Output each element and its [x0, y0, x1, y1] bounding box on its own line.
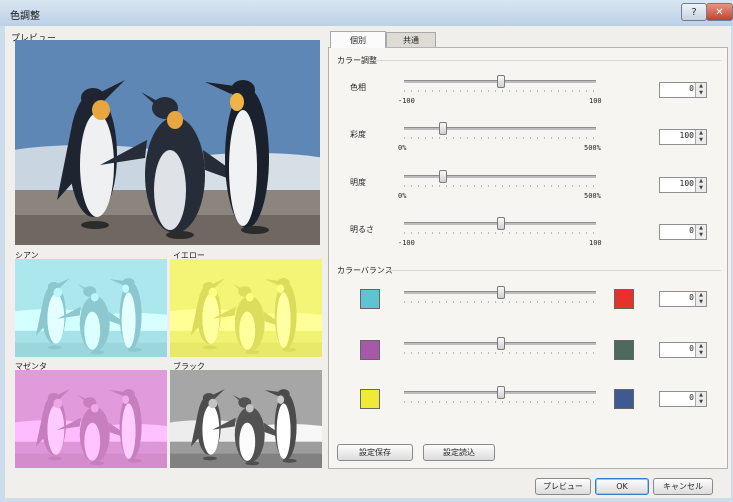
adjust-max-0: 100	[589, 97, 602, 105]
title-bar[interactable]: 色調整 ? ✕	[0, 0, 733, 26]
balance-slider-thumb-2[interactable]	[497, 386, 505, 399]
adjust-3-spin-buttons[interactable]: ▲ ▼	[695, 225, 706, 239]
balance-slider-ticks-1	[404, 352, 596, 354]
adjust-max-3: 100	[589, 239, 602, 247]
balance-2-value: 0	[689, 393, 694, 402]
balance-left-swatch-2	[360, 389, 380, 409]
adjust-label-0: 色相	[350, 83, 366, 92]
cancel-button-label: キャンセル	[663, 482, 703, 491]
black-preview-image	[170, 370, 322, 468]
cyan-preview-image	[15, 259, 167, 357]
preview-image	[15, 40, 320, 245]
adjust-3-spinbox[interactable]: 0 ▲ ▼	[659, 224, 707, 240]
color-balance-title: カラーバランス	[337, 266, 393, 275]
adjust-3-value: 0	[689, 226, 694, 235]
adjust-slider-thumb-2[interactable]	[439, 170, 448, 183]
adjust-slider-ticks-2	[404, 185, 596, 187]
tab-individual[interactable]: 個別	[330, 31, 386, 48]
adjust-slider-thumb-0[interactable]	[497, 75, 505, 88]
adjust-max-2: 500%	[584, 192, 601, 200]
adjust-min-0: -100	[398, 97, 415, 105]
adjust-min-3: -100	[398, 239, 415, 247]
color-balance-divider	[386, 270, 721, 271]
adjust-slider-thumb-3[interactable]	[497, 217, 505, 230]
adjust-min-1: 0%	[398, 144, 407, 152]
color-adjust-dialog: 色調整 ? ✕ プレビュー シアン イエロー マゼンタ ブラック 個別 共通 カ…	[0, 0, 733, 502]
save-settings-label: 設定保存	[359, 448, 391, 457]
penguins-photo	[15, 40, 320, 245]
balance-right-swatch-1	[614, 340, 634, 360]
adjust-label-3: 明るさ	[350, 225, 374, 234]
adjust-2-spinbox[interactable]: 100 ▲ ▼	[659, 177, 707, 193]
balance-right-swatch-2	[614, 389, 634, 409]
balance-slider-ticks-2	[404, 401, 596, 403]
balance-slider-thumb-0[interactable]	[497, 286, 505, 299]
help-icon: ?	[691, 6, 697, 18]
adjust-2-value: 100	[679, 179, 694, 188]
adjust-label-1: 彩度	[350, 130, 366, 139]
adjust-0-spin-buttons[interactable]: ▲ ▼	[695, 83, 706, 97]
balance-1-value: 0	[689, 344, 694, 353]
yellow-photo	[170, 259, 322, 357]
close-icon: ✕	[715, 6, 724, 18]
adjust-slider-ticks-3	[404, 232, 596, 234]
save-settings-button[interactable]: 設定保存	[337, 444, 413, 461]
adjust-0-spinbox[interactable]: 0 ▲ ▼	[659, 82, 707, 98]
adjust-slider-ticks-1	[404, 137, 596, 139]
balance-2-spin-buttons[interactable]: ▲ ▼	[695, 392, 706, 406]
load-settings-label: 設定読込	[443, 448, 475, 457]
balance-2-spinbox[interactable]: 0 ▲ ▼	[659, 391, 707, 407]
balance-left-swatch-1	[360, 340, 380, 360]
balance-slider-ticks-0	[404, 301, 596, 303]
adjust-label-2: 明度	[350, 178, 366, 187]
black-photo	[170, 370, 322, 468]
adjust-2-spin-buttons[interactable]: ▲ ▼	[695, 178, 706, 192]
preview-button-label: プレビュー	[543, 482, 583, 491]
adjust-slider-ticks-0	[404, 90, 596, 92]
magenta-photo	[15, 370, 167, 468]
ok-button[interactable]: OK	[595, 478, 649, 495]
adjust-0-value: 0	[689, 84, 694, 93]
yellow-preview-image	[170, 259, 322, 357]
balance-right-swatch-0	[614, 289, 634, 309]
tab-common[interactable]: 共通	[386, 32, 436, 48]
color-adjust-divider	[376, 60, 721, 61]
balance-slider-thumb-1[interactable]	[497, 337, 505, 350]
adjust-1-spinbox[interactable]: 100 ▲ ▼	[659, 129, 707, 145]
help-button[interactable]: ?	[681, 3, 707, 21]
ok-button-label: OK	[616, 482, 628, 491]
balance-0-spin-buttons[interactable]: ▲ ▼	[695, 292, 706, 306]
balance-0-spinbox[interactable]: 0 ▲ ▼	[659, 291, 707, 307]
window-title: 色調整	[10, 11, 40, 22]
color-adjust-title: カラー調整	[337, 56, 377, 65]
balance-1-spinbox[interactable]: 0 ▲ ▼	[659, 342, 707, 358]
cyan-photo	[15, 259, 167, 357]
adjust-1-value: 100	[679, 131, 694, 140]
close-button[interactable]: ✕	[706, 3, 733, 21]
tab-individual-label: 個別	[350, 35, 366, 45]
balance-left-swatch-0	[360, 289, 380, 309]
adjust-slider-track-1[interactable]	[404, 127, 596, 130]
adjust-min-2: 0%	[398, 192, 407, 200]
adjust-slider-track-2[interactable]	[404, 175, 596, 178]
preview-button[interactable]: プレビュー	[535, 478, 591, 495]
load-settings-button[interactable]: 設定読込	[423, 444, 495, 461]
adjust-slider-thumb-1[interactable]	[439, 122, 448, 135]
adjust-1-spin-buttons[interactable]: ▲ ▼	[695, 130, 706, 144]
magenta-preview-image	[15, 370, 167, 468]
adjust-max-1: 500%	[584, 144, 601, 152]
tab-common-label: 共通	[403, 36, 419, 45]
balance-1-spin-buttons[interactable]: ▲ ▼	[695, 343, 706, 357]
cancel-button[interactable]: キャンセル	[653, 478, 713, 495]
balance-0-value: 0	[689, 293, 694, 302]
